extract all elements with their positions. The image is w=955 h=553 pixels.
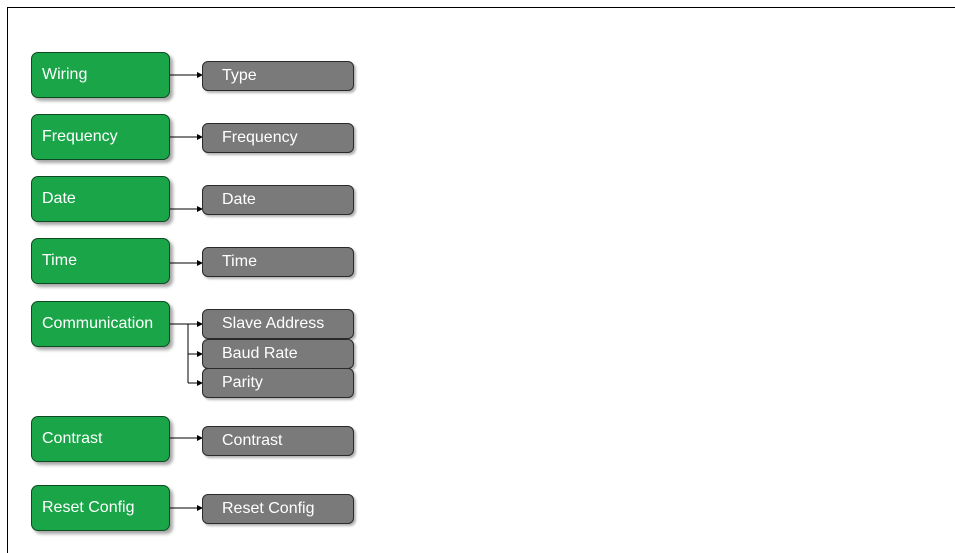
option-label: Contrast	[222, 432, 283, 449]
menu-label: Contrast	[42, 430, 103, 447]
option-label: Baud Rate	[222, 345, 298, 362]
menu-label: Wiring	[42, 66, 88, 83]
option-box-date: Date	[202, 185, 354, 215]
menu-label: Date	[42, 190, 76, 207]
menu-box-wiring: Wiring	[31, 52, 170, 98]
option-label: Parity	[222, 374, 263, 391]
menu-box-contrast: Contrast	[31, 416, 170, 462]
option-label: Slave Address	[222, 315, 325, 332]
option-box-reset-config: Reset Config	[202, 494, 354, 524]
menu-box-date: Date	[31, 176, 170, 222]
menu-box-time: Time	[31, 238, 170, 284]
option-box-baud-rate: Baud Rate	[202, 339, 354, 369]
option-box-type: Type	[202, 61, 354, 91]
menu-box-reset-config: Reset Config	[31, 485, 170, 531]
option-box-parity: Parity	[202, 368, 354, 398]
menu-box-communication: Communication	[31, 301, 170, 347]
option-box-frequency: Frequency	[202, 123, 354, 153]
menu-label: Time	[42, 252, 77, 269]
option-label: Frequency	[222, 129, 298, 146]
option-label: Reset Config	[222, 500, 315, 517]
menu-box-frequency: Frequency	[31, 114, 170, 160]
option-box-contrast: Contrast	[202, 426, 354, 456]
option-label: Type	[222, 67, 257, 84]
menu-label: Communication	[42, 315, 154, 332]
menu-label: Frequency	[42, 128, 118, 145]
option-box-slave-address: Slave Address	[202, 309, 354, 339]
option-box-time: Time	[202, 247, 354, 277]
option-label: Date	[222, 191, 256, 208]
option-label: Time	[222, 253, 257, 270]
menu-label: Reset Config	[42, 499, 135, 516]
